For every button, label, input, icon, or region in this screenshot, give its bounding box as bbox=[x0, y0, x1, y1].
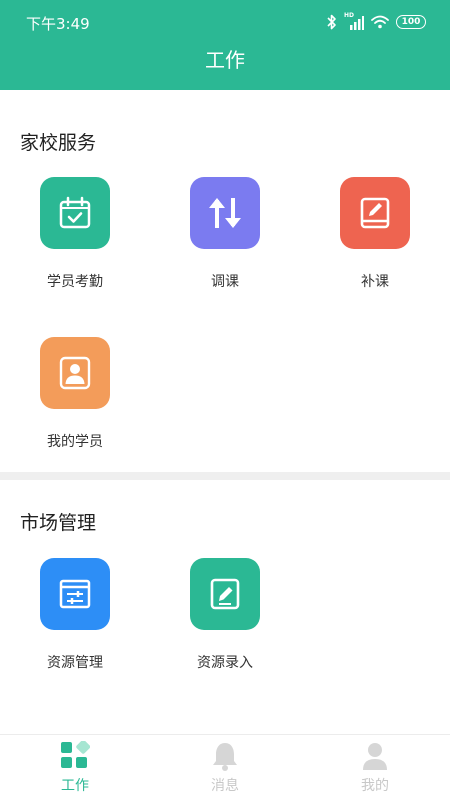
tab-profile[interactable]: 我的 bbox=[300, 735, 450, 800]
swap-vertical-icon bbox=[190, 177, 260, 249]
section-home-school: 家校服务 学员考勤 调课 补课 我的学员 bbox=[0, 90, 450, 472]
battery-indicator: 100 bbox=[396, 15, 426, 29]
sliders-icon bbox=[40, 558, 110, 630]
tile-label: 资源管理 bbox=[47, 655, 103, 671]
status-time: 下午3:49 bbox=[26, 15, 90, 33]
tab-work[interactable]: 工作 bbox=[0, 735, 150, 800]
bell-icon bbox=[213, 743, 237, 771]
tab-label: 消息 bbox=[211, 778, 239, 794]
section-divider bbox=[0, 472, 450, 480]
tile-attendance[interactable]: 学员考勤 bbox=[20, 177, 130, 291]
user-icon bbox=[40, 337, 110, 409]
person-icon bbox=[363, 743, 387, 770]
calendar-check-icon bbox=[40, 177, 110, 249]
book-edit-icon bbox=[340, 177, 410, 249]
tab-label: 工作 bbox=[61, 778, 89, 794]
tile-label: 学员考勤 bbox=[47, 274, 103, 290]
tile-reschedule[interactable]: 调课 bbox=[170, 177, 280, 291]
tile-resource-management[interactable]: 资源管理 bbox=[20, 558, 130, 672]
tile-resource-entry[interactable]: 资源录入 bbox=[170, 558, 280, 672]
tile-my-students[interactable]: 我的学员 bbox=[20, 337, 130, 451]
tile-label: 补课 bbox=[361, 274, 389, 290]
app-header: 下午3:49 HD 100 工作 bbox=[0, 0, 450, 90]
bluetooth-icon bbox=[327, 14, 336, 30]
section-title: 家校服务 bbox=[20, 132, 97, 154]
grid-icon bbox=[61, 741, 90, 768]
bottom-tab-bar: 工作 消息 我的 bbox=[0, 734, 450, 800]
tile-makeup-class[interactable]: 补课 bbox=[320, 177, 430, 291]
section-market-management: 市场管理 资源管理 资源录入 bbox=[0, 480, 450, 734]
tile-label: 资源录入 bbox=[197, 655, 253, 671]
status-icons: HD 100 bbox=[327, 12, 426, 32]
section-title: 市场管理 bbox=[20, 512, 97, 534]
tab-messages[interactable]: 消息 bbox=[150, 735, 300, 800]
wifi-icon bbox=[371, 15, 389, 29]
tab-label: 我的 bbox=[361, 778, 389, 794]
edit-icon bbox=[190, 558, 260, 630]
tile-label: 我的学员 bbox=[47, 434, 103, 450]
cellular-signal-icon: HD bbox=[344, 13, 364, 30]
tile-label: 调课 bbox=[211, 274, 239, 290]
page-title: 工作 bbox=[205, 48, 245, 72]
status-bar: 下午3:49 HD 100 bbox=[0, 0, 450, 44]
